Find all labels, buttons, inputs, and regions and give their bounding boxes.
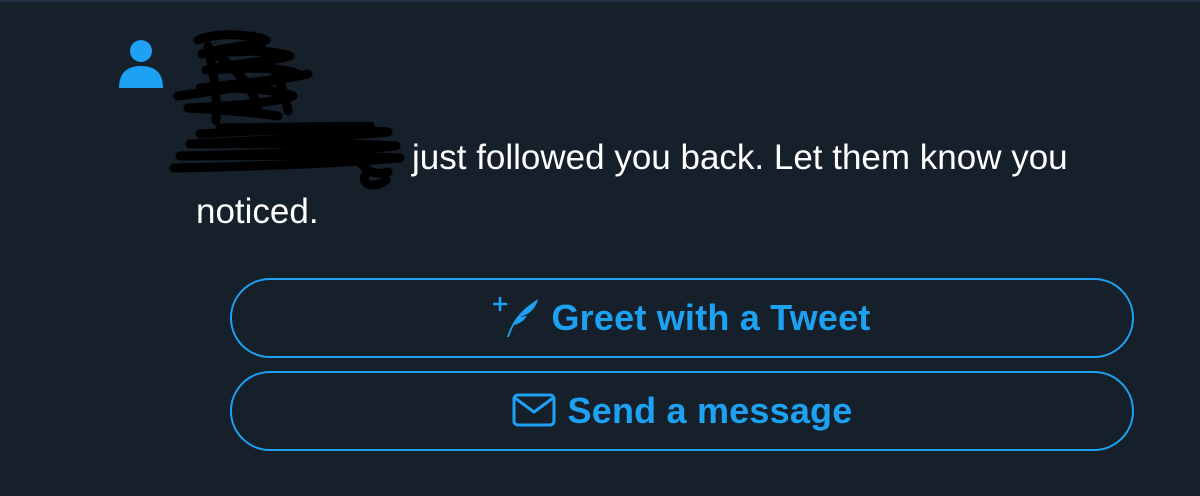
follow-back-message: just followed you back. Let them know yo… [196, 131, 1156, 239]
greet-with-tweet-button[interactable]: Greet with a Tweet [230, 278, 1134, 358]
follow-back-notification: just followed you back. Let them know yo… [0, 0, 1200, 496]
message-text: just followed you back. Let them know yo… [196, 138, 1068, 231]
redacted-avatar-scribble [173, 30, 313, 126]
send-message-label: Send a message [567, 390, 853, 431]
envelope-icon [512, 392, 556, 431]
compose-tweet-feather-icon [493, 295, 539, 342]
greet-with-tweet-label: Greet with a Tweet [551, 297, 871, 338]
send-message-button[interactable]: Send a message [230, 371, 1134, 451]
